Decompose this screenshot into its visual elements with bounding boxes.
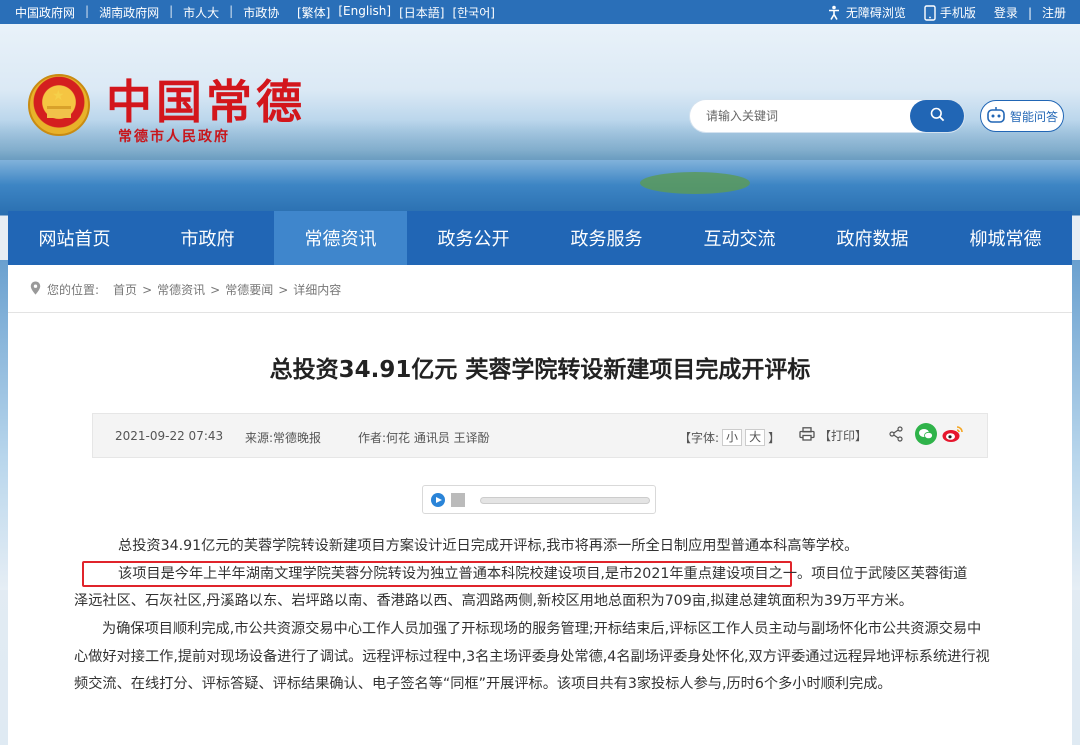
- lang-japanese[interactable]: [日本語]: [399, 4, 444, 21]
- search-button[interactable]: [910, 100, 964, 132]
- nav-item-government-affairs-open[interactable]: 政务公开: [407, 211, 540, 265]
- search-input[interactable]: [706, 107, 896, 125]
- breadcrumb-separator: >: [278, 282, 289, 297]
- link-city-congress[interactable]: 市人大: [178, 4, 224, 21]
- article-paragraph-2-line-1: 该项目是今年上半年湖南文理学院芙蓉分院转设为独立普通本科院校建设项目,是市202…: [90, 561, 990, 589]
- print-button[interactable]: 【打印】: [799, 427, 867, 444]
- breadcrumb-separator: >: [142, 282, 153, 297]
- accessibility-button[interactable]: 无障碍浏览: [826, 4, 906, 21]
- main-nav: 网站首页 市政府 常德资讯 政务公开 政务服务 互动交流 政府数据 柳城常德: [8, 211, 1072, 265]
- national-emblem-icon[interactable]: ★: [28, 74, 90, 136]
- article-meta-bar: 2021-09-22 07:43 来源:常德晚报 作者:何花 通讯员 王译酚 【…: [92, 413, 988, 458]
- printer-icon: [799, 427, 815, 444]
- share-icon[interactable]: [889, 426, 903, 445]
- mobile-button[interactable]: 手机版: [924, 4, 976, 21]
- font-size-label: 【字体:: [679, 431, 720, 445]
- top-links: 中国政府网 | 湖南政府网 | 市人大 | 市政协: [10, 4, 284, 21]
- article-title: 总投资34.91亿元 芙蓉学院转设新建项目完成开评标: [269, 357, 811, 383]
- weibo-icon[interactable]: [941, 424, 965, 447]
- ai-qa-label: 智能问答: [1009, 109, 1058, 124]
- link-city-cppcc[interactable]: 市政协: [238, 4, 284, 21]
- register-link[interactable]: 注册: [1042, 4, 1066, 21]
- article-paragraph-1: 总投资34.91亿元的芙蓉学院转设新建项目方案设计近日完成开评标,我市将再添一所…: [118, 538, 859, 554]
- nav-item-city-government[interactable]: 市政府: [141, 211, 274, 265]
- site-logo-subtitle: 常德市人民政府: [118, 129, 230, 145]
- article-paragraph-3: 为确保项目顺利完成,市公共资源交易中心工作人员加强了开标现场的服务管理;开标结束…: [74, 621, 990, 692]
- font-size-controls: 【字体: 小 大 】: [679, 429, 780, 446]
- stop-icon[interactable]: [451, 493, 465, 507]
- wechat-icon[interactable]: [915, 423, 937, 445]
- link-gov-cn[interactable]: 中国政府网: [10, 4, 80, 21]
- article-paragraph-2-line-2: 泽远社区、石灰社区,丹溪路以东、岩坪路以南、香港路以西、高泗路两侧,新校区用地总…: [74, 593, 913, 609]
- audio-player: [422, 485, 656, 514]
- top-bar: 中国政府网 | 湖南政府网 | 市人大 | 市政协 [繁体] [English] [日…: [0, 0, 1080, 24]
- link-hunan-gov[interactable]: 湖南政府网: [94, 4, 164, 21]
- star-icon: ★: [52, 88, 65, 104]
- article-source: 来源:常德晚报: [245, 431, 322, 445]
- divider: [8, 312, 1072, 313]
- site-logo-title[interactable]: 中国常德: [106, 66, 306, 132]
- nav-item-home[interactable]: 网站首页: [8, 211, 141, 265]
- lang-english[interactable]: [English]: [338, 4, 391, 21]
- breadcrumb-separator: >: [210, 282, 221, 297]
- print-label: 【打印】: [819, 429, 868, 443]
- language-links: [繁体] [English] [日本語] [한국어]: [297, 4, 495, 21]
- audio-progress-track[interactable]: [480, 497, 650, 504]
- mobile-label: 手机版: [939, 6, 976, 20]
- lang-korean[interactable]: [한국어]: [452, 4, 494, 21]
- article-content-panel: 您的位置: 首页 > 常德资讯 > 常德要闻 > 详细内容 总投资34.91亿元…: [8, 265, 1072, 745]
- separator: |: [169, 4, 174, 18]
- login-link[interactable]: 登录: [994, 4, 1018, 21]
- mobile-icon: [924, 4, 936, 21]
- breadcrumb-detail[interactable]: 详细内容: [293, 281, 341, 298]
- accessibility-icon: [826, 5, 842, 21]
- search-icon: [930, 107, 945, 126]
- robot-icon: [986, 106, 1006, 127]
- nav-item-changde-news[interactable]: 常德资讯: [274, 211, 407, 265]
- breadcrumb-changde-news[interactable]: 常德资讯: [157, 281, 205, 298]
- nav-item-government-services[interactable]: 政务服务: [540, 211, 673, 265]
- site-header: ★ 中国常德 常德市人民政府 智能问答: [0, 24, 1080, 210]
- font-large-button[interactable]: 大: [745, 429, 766, 446]
- separator: |: [229, 4, 234, 18]
- breadcrumb-label: 您的位置:: [47, 283, 100, 297]
- font-size-close: 】: [768, 431, 781, 445]
- search-box: [690, 100, 964, 132]
- location-pin-icon: [30, 281, 41, 298]
- lang-traditional[interactable]: [繁体]: [297, 4, 330, 21]
- nav-item-government-data[interactable]: 政府数据: [806, 211, 939, 265]
- separator: |: [1027, 5, 1032, 20]
- article-author: 作者:何花 通讯员 王译酚: [358, 431, 490, 445]
- nav-item-liucheng-changde[interactable]: 柳城常德: [939, 211, 1072, 265]
- ai-qa-button[interactable]: 智能问答: [980, 100, 1064, 132]
- gate-icon: [47, 106, 71, 118]
- nav-item-interaction[interactable]: 互动交流: [673, 211, 806, 265]
- breadcrumb-home[interactable]: 首页: [113, 281, 137, 298]
- paragraph-2-continuation: 项目位于武陵区芙蓉街道: [811, 566, 968, 582]
- top-right-actions: 无障碍浏览 手机版 登录 | 注册: [812, 4, 1066, 21]
- font-small-button[interactable]: 小: [722, 429, 743, 446]
- article-date: 2021-09-22 07:43: [115, 429, 224, 443]
- highlighted-sentence: 该项目是今年上半年湖南文理学院芙蓉分院转设为独立普通本科院校建设项目,是市202…: [118, 566, 812, 582]
- breadcrumb: 您的位置: 首页 > 常德资讯 > 常德要闻 > 详细内容: [30, 281, 341, 298]
- breadcrumb-changde-headlines[interactable]: 常德要闻: [225, 281, 273, 298]
- accessibility-label: 无障碍浏览: [845, 6, 906, 20]
- separator: |: [85, 4, 90, 18]
- play-icon[interactable]: [431, 493, 445, 507]
